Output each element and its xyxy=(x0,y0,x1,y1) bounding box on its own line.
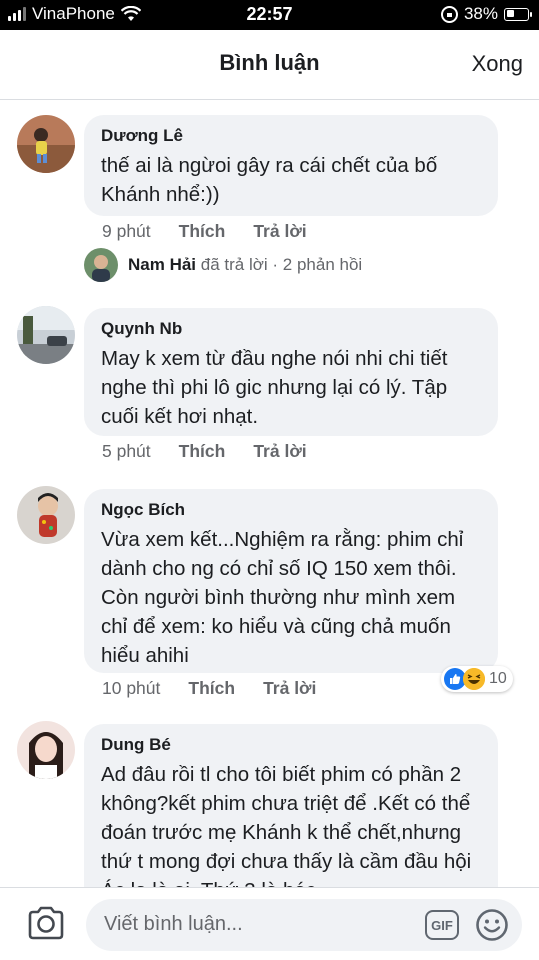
comments-header: Bình luận Xong xyxy=(0,30,539,100)
haha-reaction-icon xyxy=(463,668,485,690)
comment-text: thế ai là ngừoi gây ra cái chết của bố K… xyxy=(101,154,438,206)
gif-button[interactable]: GIF xyxy=(425,910,459,940)
comment-text: Vừa xem kết...Nghiệm ra rằng: phim chỉ d… xyxy=(101,528,464,667)
like-button[interactable]: Thích xyxy=(179,221,226,242)
status-right: 38% xyxy=(440,4,532,24)
phone-screen: VinaPhone 22:57 38% Bình luận Xong Dương… xyxy=(0,0,539,960)
reply-action: đã trả lời xyxy=(200,255,268,274)
comment-author[interactable]: Ngọc Bích xyxy=(101,499,480,521)
camera-icon[interactable] xyxy=(27,906,65,940)
done-button[interactable]: Xong xyxy=(472,51,523,77)
comment-actions: 10 phút Thích Trả lời xyxy=(102,678,316,699)
battery-level xyxy=(506,10,514,17)
avatar xyxy=(84,248,118,282)
avatar[interactable] xyxy=(17,721,75,779)
comment-bubble[interactable]: Dương Lê thế ai là ngừoi gây ra cái chết… xyxy=(84,115,498,216)
comment-input[interactable]: Viết bình luận... GIF xyxy=(86,899,522,951)
battery-percent: 38% xyxy=(463,4,498,23)
comment-actions: 5 phút Thích Trả lời xyxy=(102,441,307,462)
comment-text: May k xem từ đầu nghe nói nhi chi tiết n… xyxy=(101,347,448,428)
comment-text: Ad đâu rồi tl cho tôi biết phim có phần … xyxy=(101,763,472,887)
comment-time: 9 phút xyxy=(102,221,151,241)
reaction-summary[interactable]: 10 xyxy=(441,666,513,692)
page-title: Bình luận xyxy=(219,50,320,75)
reply-preview[interactable]: Nam Hải đã trả lời · 2 phản hồi xyxy=(84,248,362,282)
comment-author[interactable]: Dung Bé xyxy=(101,734,480,756)
battery-icon xyxy=(504,7,532,21)
comment-time: 5 phút xyxy=(102,441,151,461)
like-button[interactable]: Thích xyxy=(188,678,235,699)
avatar[interactable] xyxy=(17,486,75,544)
comment-author[interactable]: Quynh Nb xyxy=(101,318,480,340)
reply-button[interactable]: Trả lời xyxy=(253,441,306,462)
comment-input-placeholder: Viết bình luận... xyxy=(104,913,243,935)
emoji-icon[interactable] xyxy=(475,908,509,942)
reply-button[interactable]: Trả lời xyxy=(263,678,316,699)
avatar[interactable] xyxy=(17,306,75,364)
avatar[interactable] xyxy=(17,115,75,173)
comment-author[interactable]: Dương Lê xyxy=(101,125,480,147)
comment-time: 10 phút xyxy=(102,678,161,698)
rotation-lock-icon xyxy=(440,5,458,23)
comment-bubble[interactable]: Ngọc Bích Vừa xem kết...Nghiệm ra rằng: … xyxy=(84,489,498,673)
comment-actions: 9 phút Thích Trả lời xyxy=(102,221,307,242)
reply-author: Nam Hải xyxy=(128,255,197,274)
comment-bubble[interactable]: Quynh Nb May k xem từ đầu nghe nói nhi c… xyxy=(84,308,498,436)
reply-button[interactable]: Trả lời xyxy=(253,221,306,242)
comment-composer: Viết bình luận... GIF xyxy=(0,887,539,960)
reply-count: · 2 phản hồi xyxy=(272,255,363,274)
like-button[interactable]: Thích xyxy=(179,441,226,462)
status-bar: VinaPhone 22:57 38% xyxy=(0,0,539,30)
comment-bubble[interactable]: Dung Bé Ad đâu rồi tl cho tôi biết phim … xyxy=(84,724,498,887)
reaction-count: 10 xyxy=(489,670,507,687)
comment-list[interactable]: Dương Lê thế ai là ngừoi gây ra cái chết… xyxy=(0,101,539,887)
